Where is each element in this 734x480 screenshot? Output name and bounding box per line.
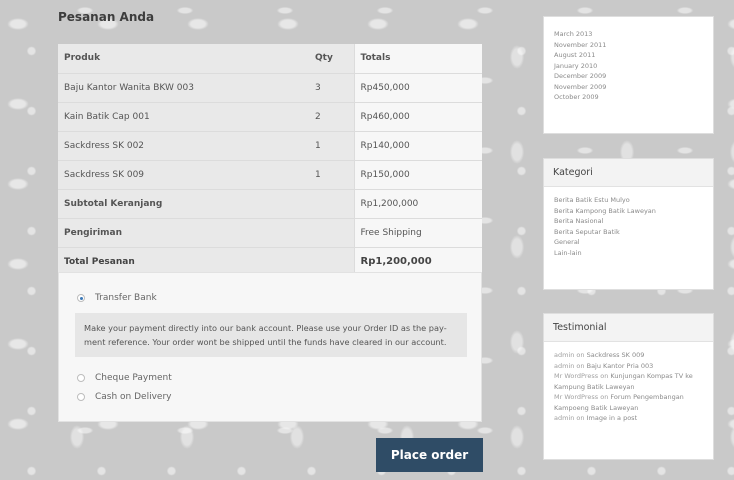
testimonial-author: admin on [554, 361, 585, 370]
categories-title: Kategori [544, 159, 713, 187]
testimonial-list: admin on Sackdress SK 009 admin on Baju … [544, 342, 713, 432]
table-row: Sackdress SK 002 1 Rp140,000 [58, 131, 482, 161]
subtotal-value: Rp1,200,000 [353, 189, 482, 219]
header-qty: Qty [309, 44, 354, 74]
archive-link[interactable]: December 2009 [554, 71, 703, 82]
archives-widget: March 2013 November 2011 August 2011 Jan… [543, 16, 714, 134]
payment-option-cheque[interactable]: Cheque Payment [77, 373, 172, 383]
place-order-button[interactable]: Place order [376, 438, 483, 472]
category-link[interactable]: Berita Seputar Batik [554, 227, 703, 238]
testimonial-author: Mr WordPress on [554, 393, 609, 401]
archive-link[interactable]: November 2011 [554, 40, 703, 51]
shipping-value: Free Shipping [353, 218, 482, 248]
product-qty: 1 [309, 160, 354, 190]
testimonial-link[interactable]: Image in a post [587, 414, 638, 422]
shipping-row: Pengiriman Free Shipping [58, 218, 482, 248]
archive-link[interactable]: November 2009 [554, 82, 703, 93]
testimonial-item: admin on Sackdress SK 009 [554, 350, 703, 361]
product-qty: 1 [309, 131, 354, 161]
product-total: Rp450,000 [353, 73, 482, 103]
category-link[interactable]: Berita Kampong Batik Laweyan [554, 206, 703, 217]
archive-link[interactable]: March 2013 [554, 29, 703, 40]
shipping-label: Pengiriman [58, 218, 354, 248]
payment-option-label: Transfer Bank [95, 293, 157, 303]
category-link[interactable]: Berita Nasional [554, 216, 703, 227]
category-link[interactable]: Berita Batik Estu Mulyo [554, 195, 703, 206]
payment-methods: Transfer Bank Make your payment directly… [58, 272, 482, 422]
subtotal-label: Subtotal Keranjang [58, 189, 354, 219]
testimonial-link[interactable]: Sackdress SK 009 [587, 351, 645, 359]
testimonial-item: admin on Image in a post [554, 413, 703, 424]
header-product: Produk [58, 44, 309, 74]
testimonial-item: Mr WordPress on Kunjungan Kompas TV ke K… [554, 371, 703, 392]
product-name: Sackdress SK 002 [58, 131, 309, 161]
product-name: Sackdress SK 009 [58, 160, 309, 190]
radio-cheque[interactable] [77, 374, 85, 382]
table-row: Sackdress SK 009 1 Rp150,000 [58, 160, 482, 190]
archives-list: March 2013 November 2011 August 2011 Jan… [544, 17, 713, 111]
payment-option-label: Cash on Delivery [95, 392, 172, 402]
archive-link[interactable]: August 2011 [554, 50, 703, 61]
product-total: Rp460,000 [353, 102, 482, 132]
category-link[interactable]: General [554, 237, 703, 248]
table-row: Kain Batik Cap 001 2 Rp460,000 [58, 102, 482, 132]
order-title: Pesanan Anda [58, 10, 155, 24]
product-name: Baju Kantor Wanita BKW 003 [58, 73, 309, 103]
testimonial-link[interactable]: Baju Kantor Pria 003 [587, 362, 654, 370]
category-link[interactable]: Lain-lain [554, 248, 703, 259]
testimonial-author: admin on [554, 414, 585, 422]
testimonial-widget: Testimonial admin on Sackdress SK 009 ad… [543, 313, 714, 460]
testimonial-item: Mr WordPress on Forum Pengembangan Kampo… [554, 392, 703, 413]
testimonial-author: admin on [554, 351, 585, 359]
product-total: Rp150,000 [353, 160, 482, 190]
archive-link[interactable]: January 2010 [554, 61, 703, 72]
payment-option-label: Cheque Payment [95, 373, 172, 383]
table-row: Baju Kantor Wanita BKW 003 3 Rp450,000 [58, 73, 482, 103]
archive-link[interactable]: October 2009 [554, 92, 703, 103]
product-qty: 3 [309, 73, 354, 103]
categories-list: Berita Batik Estu Mulyo Berita Kampong B… [544, 187, 713, 266]
testimonial-author: Mr WordPress on [554, 372, 609, 380]
product-qty: 2 [309, 102, 354, 132]
payment-option-cod[interactable]: Cash on Delivery [77, 392, 171, 402]
testimonial-item: admin on Baju Kantor Pria 003 [554, 361, 703, 372]
testimonial-title: Testimonial [544, 314, 713, 342]
order-review-table: Produk Qty Totals Baju Kantor Wanita BKW… [58, 44, 482, 277]
payment-description: Make your payment directly into our bank… [75, 313, 467, 357]
categories-widget: Kategori Berita Batik Estu Mulyo Berita … [543, 158, 714, 290]
subtotal-row: Subtotal Keranjang Rp1,200,000 [58, 189, 482, 219]
payment-option-transfer-bank[interactable]: Transfer Bank [77, 293, 157, 303]
radio-cod[interactable] [77, 393, 85, 401]
product-total: Rp140,000 [353, 131, 482, 161]
radio-transfer-bank[interactable] [77, 294, 85, 302]
table-header-row: Produk Qty Totals [58, 44, 482, 74]
header-totals: Totals [353, 44, 482, 74]
product-name: Kain Batik Cap 001 [58, 102, 309, 132]
